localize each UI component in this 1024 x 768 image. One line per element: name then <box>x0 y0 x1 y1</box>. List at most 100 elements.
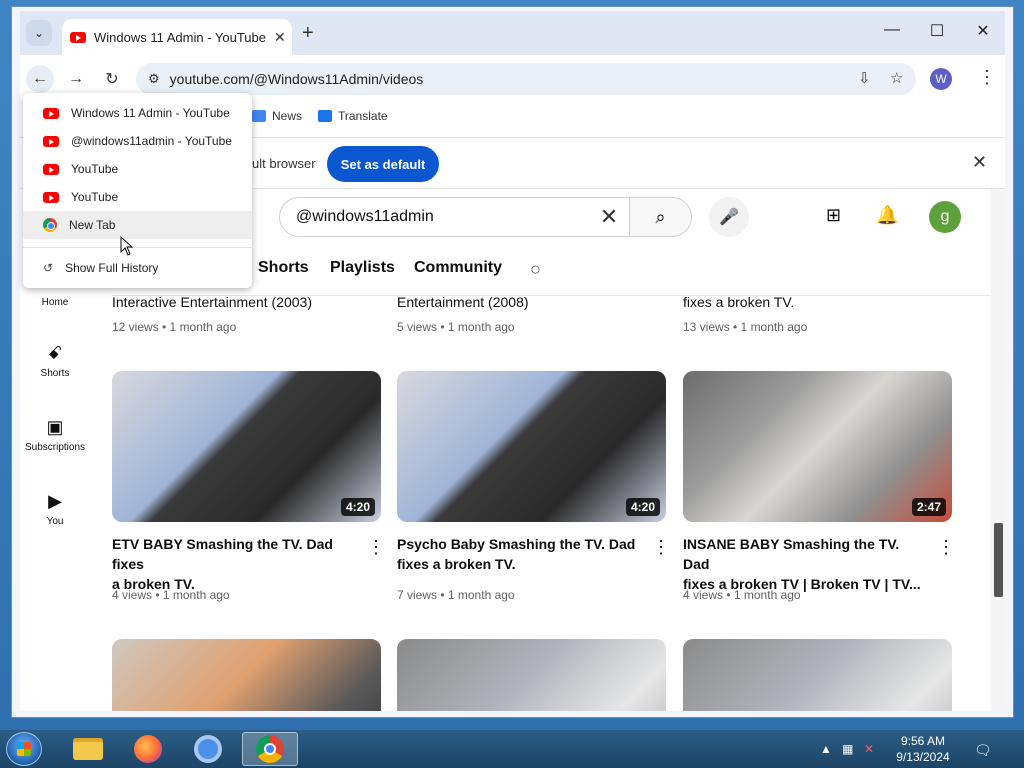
video-title[interactable]: ETV BABY Smashing the TV. Dad fixes a br… <box>112 534 352 594</box>
video-title-partial[interactable]: fixes a broken TV. <box>683 294 794 310</box>
video-title-line: INSANE BABY Smashing the TV. Dad <box>683 536 900 572</box>
sidebar-item-shorts[interactable]: ꗃ Shorts <box>20 343 90 379</box>
reload-icon: ↻ <box>105 71 119 88</box>
history-item[interactable]: YouTube <box>23 155 252 183</box>
history-item-label: @windows11admin - YouTube <box>71 134 232 148</box>
tab-playlists[interactable]: Playlists <box>330 259 395 277</box>
history-item-new-tab[interactable]: New Tab <box>23 211 252 239</box>
video-thumbnail[interactable]: 2:47 <box>683 371 952 522</box>
video-thumbnail[interactable] <box>112 639 381 711</box>
user-avatar[interactable]: g <box>929 201 961 233</box>
you-icon: ▶ <box>48 491 62 511</box>
chrome-icon <box>256 735 284 763</box>
volume-muted-icon[interactable]: ✕ <box>864 742 874 756</box>
back-button[interactable]: ← <box>26 65 54 93</box>
install-app-icon[interactable]: ⇩ <box>858 69 871 87</box>
translate-icon <box>318 110 332 122</box>
windows-logo-icon <box>17 742 31 756</box>
video-meta: 12 views • 1 month ago <box>112 320 237 334</box>
sidebar-item-home[interactable]: Home <box>20 293 90 308</box>
sidebar-item-you[interactable]: ▶ You <box>20 491 90 527</box>
tab-title: Windows 11 Admin - YouTube <box>94 29 266 45</box>
youtube-icon <box>43 163 59 175</box>
video-title[interactable]: INSANE BABY Smashing the TV. Dad fixes a… <box>683 534 923 594</box>
set-as-default-button[interactable]: Set as default <box>327 146 439 182</box>
address-bar[interactable]: ⚙ youtube.com/@Windows11Admin/videos ⇩ ☆ <box>136 63 916 95</box>
youtube-search-input[interactable]: @windows11admin <box>280 208 589 226</box>
video-title-partial[interactable]: Entertainment (2008) <box>397 294 529 310</box>
history-item[interactable]: Windows 11 Admin - YouTube <box>23 99 252 127</box>
video-thumbnail[interactable]: 4:20 <box>397 371 666 522</box>
url-text: youtube.com/@Windows11Admin/videos <box>169 71 424 87</box>
notifications-icon[interactable]: 🗨 <box>974 742 992 759</box>
tab-community[interactable]: Community <box>414 259 502 277</box>
search-icon[interactable]: ⌕ <box>629 198 691 236</box>
youtube-search-box[interactable]: @windows11admin ✕ ⌕ <box>279 197 692 237</box>
youtube-icon <box>43 135 59 147</box>
history-item[interactable]: YouTube <box>23 183 252 211</box>
video-duration: 4:20 <box>625 498 660 516</box>
close-window-button[interactable]: ✕ <box>971 21 995 41</box>
network-icon[interactable]: ▦ <box>842 742 853 756</box>
browser-menu-icon[interactable]: ⋮ <box>978 67 996 88</box>
scrollbar-thumb[interactable] <box>994 523 1003 597</box>
shorts-icon: ꗃ <box>47 343 63 363</box>
video-more-icon[interactable]: ⋮ <box>652 537 670 558</box>
taskbar-clock[interactable]: 9:56 AM 9/13/2024 <box>888 733 958 765</box>
mouse-cursor-icon <box>120 236 134 256</box>
reload-button[interactable]: ↻ <box>98 65 126 93</box>
tab-close-icon[interactable]: ✕ <box>274 29 286 46</box>
maximize-button[interactable]: ☐ <box>925 21 949 41</box>
video-more-icon[interactable]: ⋮ <box>937 537 955 558</box>
clear-search-icon[interactable]: ✕ <box>589 204 629 230</box>
create-video-icon[interactable]: ⊞ <box>826 205 841 226</box>
clock-time: 9:56 AM <box>900 734 946 748</box>
video-title-line: ETV BABY Smashing the TV. Dad fixes <box>112 536 333 572</box>
show-full-history-item[interactable]: ↺ Show Full History <box>23 254 252 282</box>
video-duration: 4:20 <box>340 498 375 516</box>
chromium-icon <box>194 735 222 763</box>
notifications-bell-icon[interactable]: 🔔 <box>876 205 898 226</box>
video-title[interactable]: Psycho Baby Smashing the TV. Dad fixes a… <box>397 534 637 574</box>
channel-search-icon[interactable]: ○ <box>530 259 541 280</box>
history-item-label: Windows 11 Admin - YouTube <box>71 106 230 120</box>
history-item[interactable]: @windows11admin - YouTube <box>23 127 252 155</box>
video-title-partial[interactable]: Interactive Entertainment (2003) <box>112 294 312 310</box>
microphone-icon[interactable]: 🎤 <box>709 197 749 237</box>
tab-search-button[interactable]: ⌄ <box>26 20 52 46</box>
tab-shorts[interactable]: Shorts <box>258 259 309 277</box>
start-button[interactable] <box>6 732 42 766</box>
tab-active[interactable]: Windows 11 Admin - YouTube ✕ <box>62 19 292 55</box>
video-meta: 4 views • 1 month ago <box>683 588 801 602</box>
taskbar-explorer[interactable] <box>60 732 116 766</box>
taskbar: ▲ ▦ ✕ 9:56 AM 9/13/2024 🗨 <box>0 730 1024 768</box>
history-item-label: YouTube <box>71 162 119 176</box>
bookmark-translate-label: Translate <box>338 109 388 123</box>
profile-avatar[interactable]: W <box>930 68 952 90</box>
forward-button[interactable]: → <box>62 65 90 93</box>
infobar-close-icon[interactable]: ✕ <box>972 152 987 173</box>
minimize-button[interactable]: — <box>880 21 904 39</box>
bookmark-news[interactable]: News <box>252 109 302 123</box>
sidebar-item-subscriptions[interactable]: ▣ Subscriptions <box>20 417 90 453</box>
taskbar-firefox[interactable] <box>120 732 176 766</box>
taskbar-chrome[interactable] <box>242 732 298 766</box>
video-more-icon[interactable]: ⋮ <box>367 537 385 558</box>
site-settings-icon[interactable]: ⚙ <box>148 71 160 87</box>
history-item-label: YouTube <box>71 190 119 204</box>
show-hidden-icons-icon[interactable]: ▲ <box>820 742 832 756</box>
video-thumbnail[interactable] <box>683 639 952 711</box>
taskbar-chromium[interactable] <box>180 732 236 766</box>
infobar-text: ult browser <box>252 156 316 171</box>
firefox-icon <box>134 735 162 763</box>
arrow-right-icon: → <box>68 70 84 87</box>
bookmark-translate[interactable]: Translate <box>318 109 388 123</box>
menu-divider <box>23 247 252 248</box>
page-scrollbar[interactable] <box>991 189 1005 711</box>
video-thumbnail[interactable]: 4:20 <box>112 371 381 522</box>
video-thumbnail[interactable] <box>397 639 666 711</box>
sidebar-label-subscriptions: Subscriptions <box>24 442 86 453</box>
new-tab-button[interactable]: + <box>302 23 314 43</box>
bookmark-star-icon[interactable]: ☆ <box>890 69 903 87</box>
subscriptions-icon: ▣ <box>46 417 64 437</box>
